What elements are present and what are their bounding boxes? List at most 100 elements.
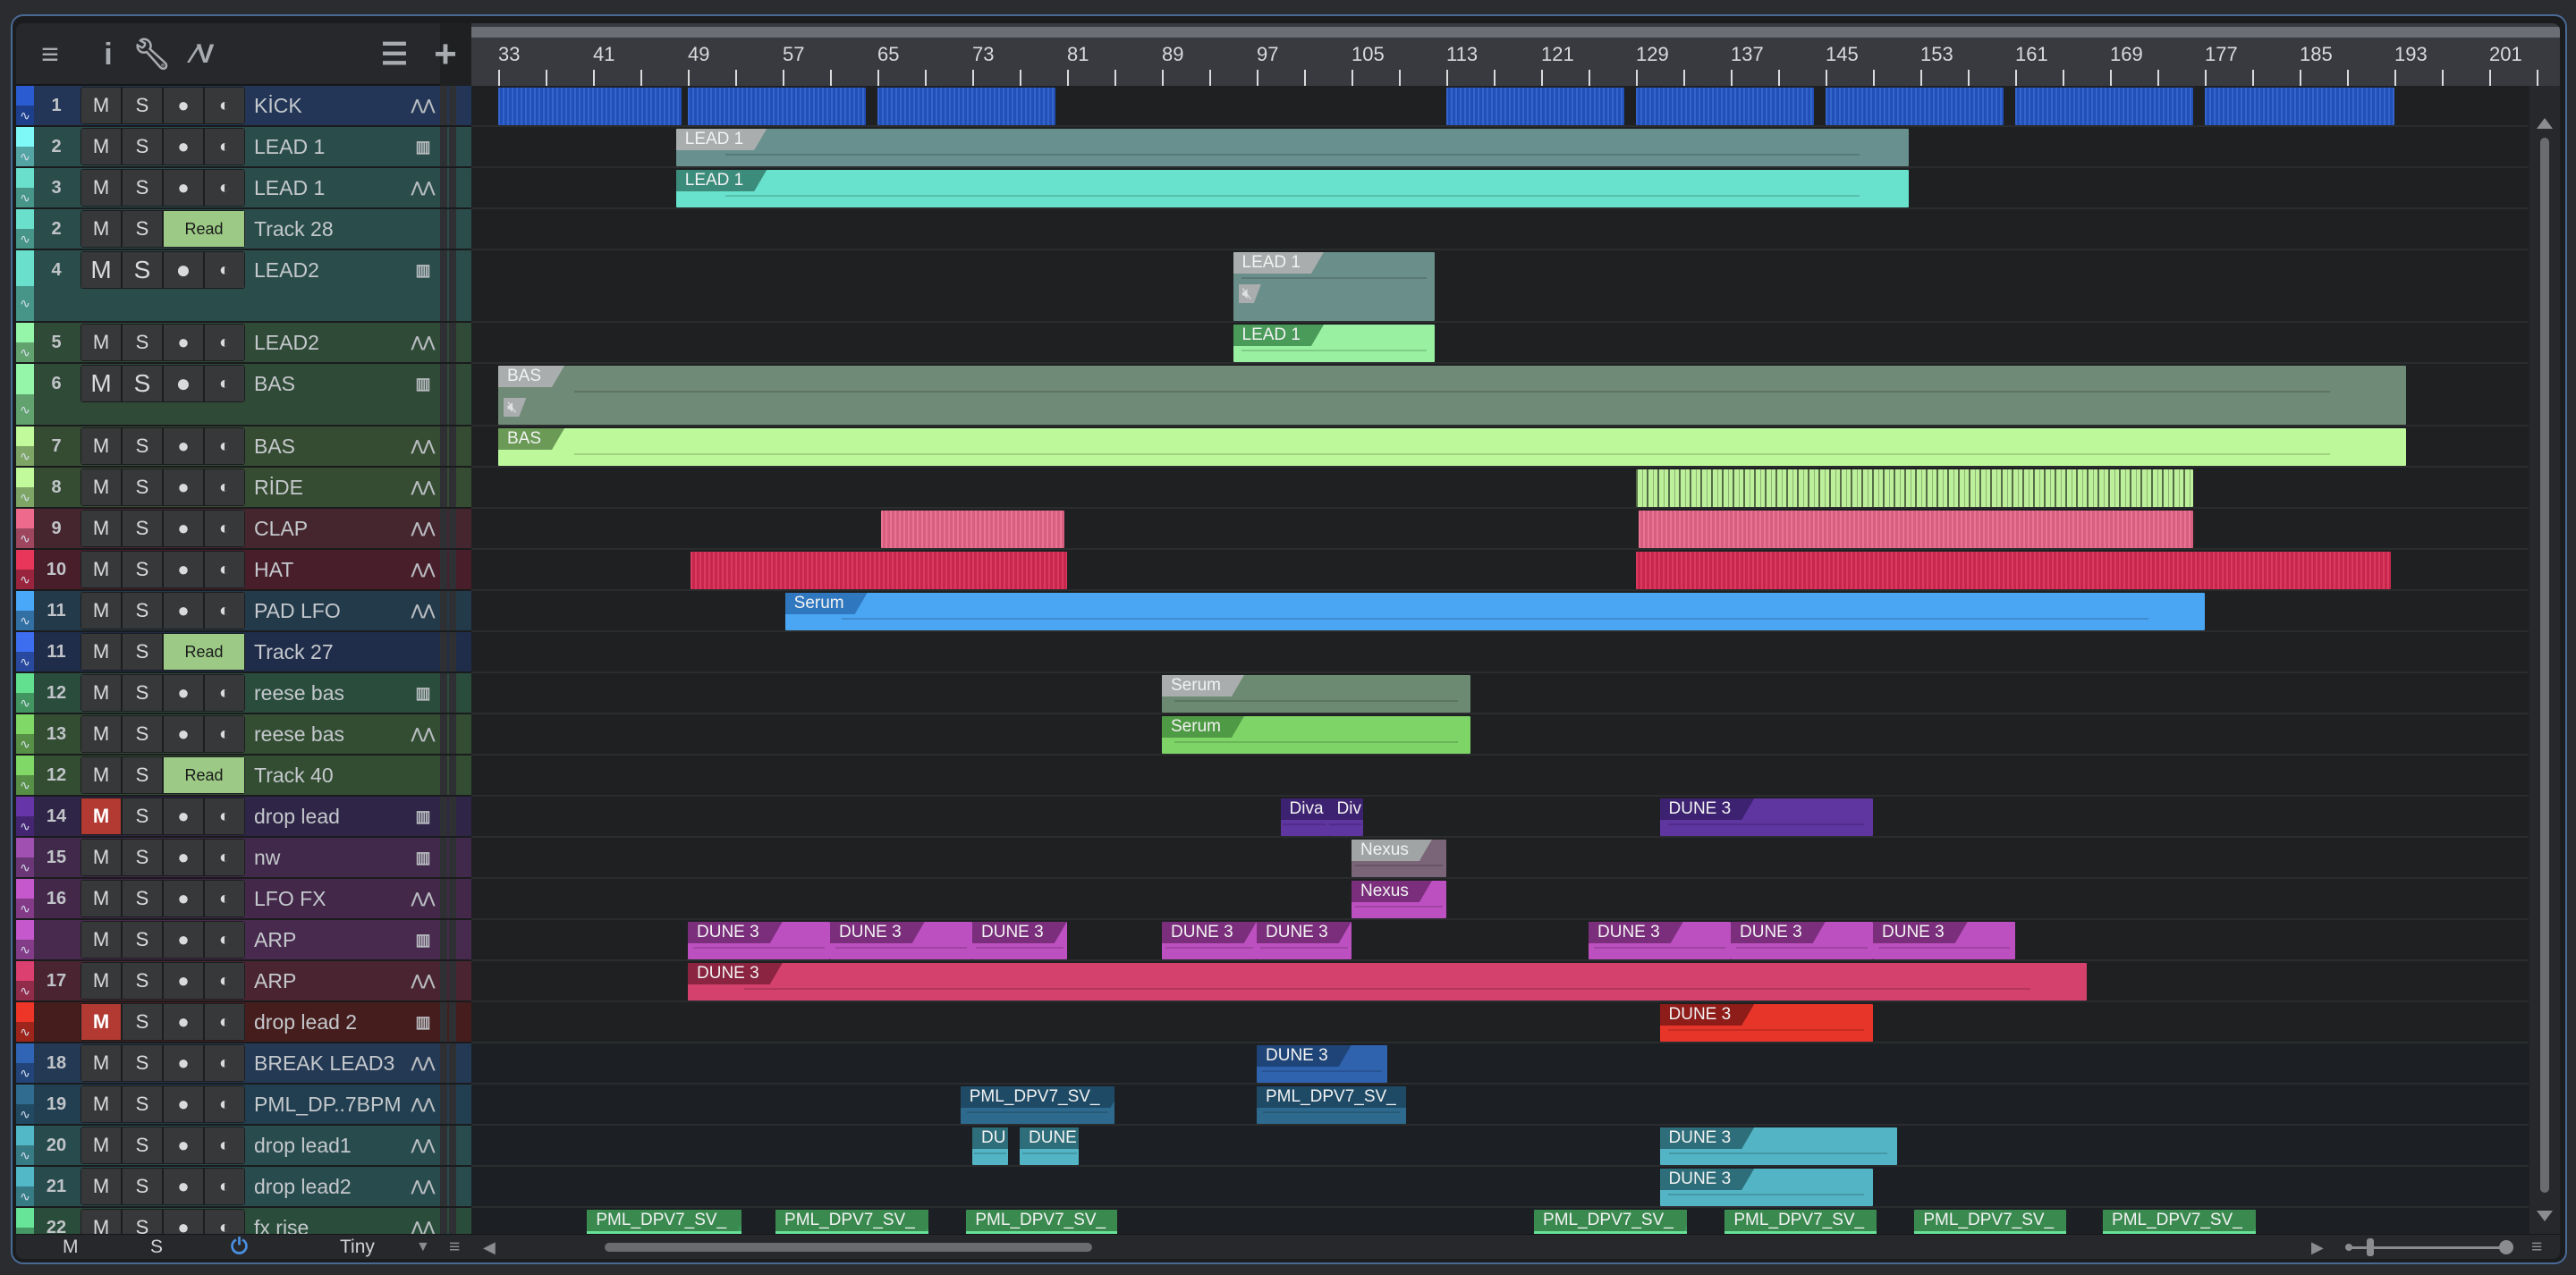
monitor-icon[interactable]: ◐	[205, 511, 244, 546]
track-header[interactable]: ∿ 16 M S ● ◐ LFO FX ⋀⋀	[16, 879, 471, 920]
clip[interactable]	[877, 88, 1055, 125]
mute-button[interactable]: M	[81, 675, 121, 711]
track-name[interactable]: reese bas	[254, 673, 344, 713]
clip[interactable]: DUNE 3	[1162, 922, 1257, 959]
monitor-icon[interactable]: ◐	[205, 840, 244, 875]
track-name[interactable]: BAS	[254, 426, 295, 466]
solo-button[interactable]: S	[123, 1004, 162, 1040]
clip[interactable]: BAS 🔇︎	[498, 366, 2407, 425]
solo-button[interactable]: S	[123, 552, 162, 587]
clip[interactable]: DUNE 3	[1659, 798, 1873, 836]
record-arm-icon[interactable]: ●	[164, 798, 203, 834]
clip[interactable]: PML_DPV7_SV_	[587, 1210, 741, 1234]
track-lane[interactable]	[471, 673, 2529, 714]
track-color-strip[interactable]: ∿	[16, 591, 34, 630]
automation-icon[interactable]: ∿	[16, 857, 34, 877]
track-name[interactable]: PML_DP..7BPM	[254, 1085, 401, 1124]
monitor-icon[interactable]: ◐	[205, 675, 244, 711]
track-color-strip[interactable]: ∿	[16, 632, 34, 671]
record-arm-icon[interactable]: ●	[164, 552, 203, 587]
track-color-strip[interactable]: ∿	[16, 879, 34, 918]
solo-button[interactable]: S	[123, 881, 162, 916]
track-header[interactable]: ∿ 10 M S ● ◐ HAT ⋀⋀	[16, 550, 471, 591]
track-name[interactable]: Track 28	[254, 209, 334, 249]
track-lane[interactable]	[471, 509, 2529, 550]
track-lane[interactable]	[471, 468, 2529, 509]
track-name[interactable]: CLAP	[254, 509, 308, 548]
solo-button[interactable]: S	[123, 1045, 162, 1081]
clip[interactable]	[2205, 88, 2394, 125]
solo-button[interactable]: S	[123, 798, 162, 834]
track-header[interactable]: ∿ 13 M S ● ◐ reese bas ⋀⋀	[16, 714, 471, 756]
track-name[interactable]: LFO FX	[254, 879, 326, 918]
monitor-icon[interactable]: ◐	[205, 716, 244, 752]
solo-button[interactable]: S	[123, 675, 162, 711]
automation-icon[interactable]: ∿	[16, 693, 34, 713]
record-arm-icon[interactable]: ●	[164, 511, 203, 546]
track-header[interactable]: ∿ 5 M S ● ◐ LEAD2 ⋀⋀	[16, 323, 471, 364]
clip[interactable]: DUNE 3	[1873, 922, 2015, 959]
clip[interactable]: PML_DPV7_SV_	[1724, 1210, 1877, 1234]
record-arm-icon[interactable]: ●	[164, 252, 203, 288]
track-name[interactable]: Track 27	[254, 632, 334, 671]
mute-button[interactable]: M	[81, 325, 121, 360]
mute-button[interactable]: M	[81, 593, 121, 629]
zoom-slider-handle[interactable]	[2367, 1238, 2374, 1256]
automation-icon[interactable]: ∿	[16, 1104, 34, 1124]
monitor-icon[interactable]: ◐	[205, 170, 244, 206]
automation-icon[interactable]: ∿	[16, 487, 34, 507]
track-color-strip[interactable]: ∿	[16, 468, 34, 507]
track-color-strip[interactable]: ∿	[16, 920, 34, 959]
clip[interactable]: Serum	[1162, 716, 1470, 754]
track-height-icon[interactable]: ≡	[2531, 1235, 2542, 1259]
solo-button[interactable]: S	[123, 88, 162, 123]
automation-icon[interactable]: ∿	[16, 1063, 34, 1083]
track-header[interactable]: ∿ 7 M S ● ◐ BAS ⋀⋀	[16, 426, 471, 468]
wrench-icon[interactable]: 🔧︎	[132, 38, 171, 72]
monitor-icon[interactable]: ◐	[205, 552, 244, 587]
automation-icon[interactable]: ∿	[16, 285, 34, 321]
track-lane[interactable]	[471, 714, 2529, 756]
solo-all-button[interactable]: S	[150, 1235, 163, 1259]
mute-all-button[interactable]: M	[63, 1235, 79, 1259]
timeline-ruler[interactable]: 33 41 49 57 65 73 81 89 97 105 113 121 129 137 145 153 1…	[471, 23, 2560, 86]
track-header[interactable]: ∿ 2 M S ● ◐ LEAD 1 ▥	[16, 127, 471, 168]
record-arm-icon[interactable]: ●	[164, 88, 203, 123]
clip[interactable]: DUNE 3	[830, 922, 972, 959]
track-lane[interactable]	[471, 1043, 2529, 1085]
track-header[interactable]: ∿ 3 M S ● ◐ LEAD 1 ⋀⋀	[16, 168, 471, 209]
track-list-icon[interactable]: ☰	[378, 38, 411, 72]
track-header[interactable]: ∿ 8 M S ● ◐ RİDE ⋀⋀	[16, 468, 471, 509]
clip[interactable]	[690, 552, 1067, 589]
mute-button[interactable]: M	[81, 1169, 121, 1204]
mute-button[interactable]: M	[81, 511, 121, 546]
record-arm-icon[interactable]: ●	[164, 170, 203, 206]
monitor-icon[interactable]: ◐	[205, 252, 244, 288]
mute-button[interactable]: M	[81, 963, 121, 999]
record-arm-icon[interactable]: ●	[164, 428, 203, 464]
clip[interactable]: LEAD 1	[675, 170, 1909, 207]
track-name[interactable]: KİCK	[254, 86, 302, 125]
automation-icon[interactable]: ∿	[16, 106, 34, 125]
track-color-strip[interactable]: ∿	[16, 364, 34, 425]
automation-read-button[interactable]: Read	[164, 211, 244, 247]
automation-icon[interactable]: ∿	[16, 1228, 34, 1234]
track-color-strip[interactable]: ∿	[16, 1126, 34, 1165]
mute-button[interactable]: M	[81, 366, 121, 401]
track-header[interactable]: ∿ 9 M S ● ◐ CLAP ⋀⋀	[16, 509, 471, 550]
clip[interactable]: DUNE 3	[1659, 1169, 1873, 1206]
clip[interactable]	[1638, 511, 2193, 548]
clip[interactable]: Nexus	[1352, 881, 1446, 918]
track-header[interactable]: ∿ 15 M S ● ◐ nw ▥	[16, 838, 471, 879]
info-icon[interactable]: i	[95, 38, 122, 72]
clip[interactable]: PML_DPV7_SV_	[2103, 1210, 2256, 1234]
clip[interactable]: Serum	[1162, 675, 1470, 713]
clip[interactable]: LEAD 1	[1233, 325, 1435, 362]
track-name[interactable]: LEAD 1	[254, 127, 325, 166]
track-lane[interactable]	[471, 323, 2529, 364]
monitor-icon[interactable]: ◐	[205, 1169, 244, 1204]
record-arm-icon[interactable]: ●	[164, 1086, 203, 1122]
solo-button[interactable]: S	[123, 963, 162, 999]
track-name[interactable]: drop lead 2	[254, 1002, 357, 1042]
clip[interactable]: LEAD 1	[675, 129, 1909, 166]
